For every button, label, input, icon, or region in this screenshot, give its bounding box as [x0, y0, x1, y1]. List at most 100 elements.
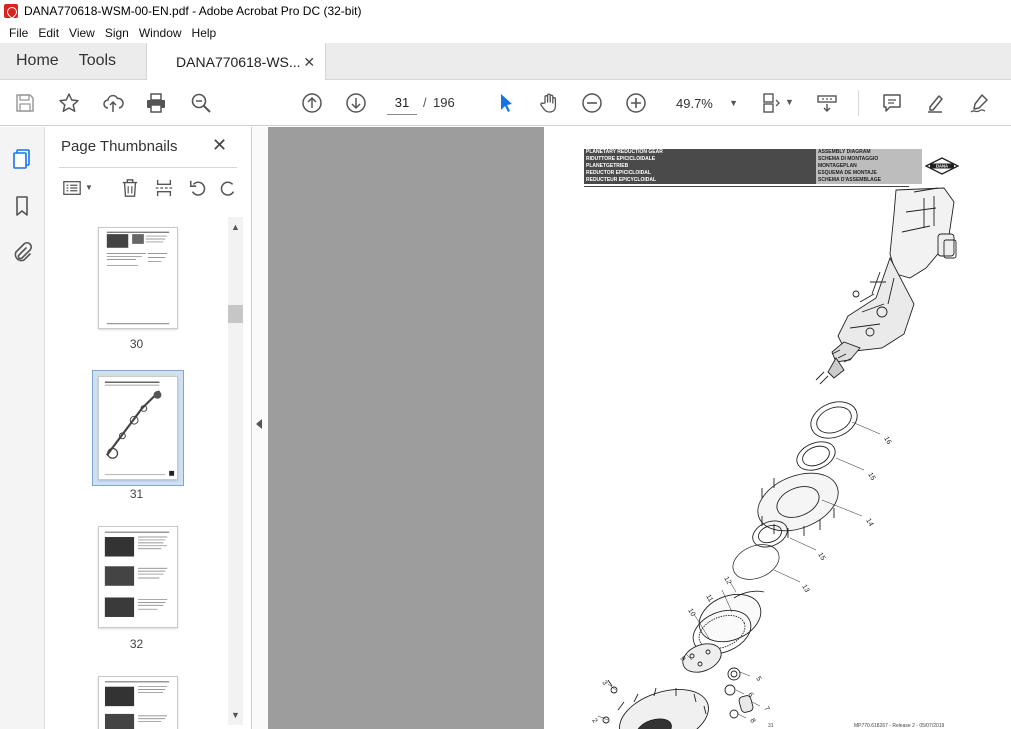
- panel-divider: [59, 167, 237, 168]
- zoom-level-value: 49.7%: [676, 95, 713, 111]
- close-tab-icon[interactable]: ✕: [303, 54, 315, 71]
- print-icon[interactable]: [144, 91, 168, 115]
- toolbar: / 196 49.7% ▼ ▼: [0, 80, 1011, 126]
- thumbnail-label: 30: [129, 337, 144, 351]
- part-callout: 15: [816, 552, 826, 562]
- comment-icon[interactable]: [880, 91, 904, 115]
- part-callout: 11: [704, 594, 714, 604]
- thumbnail-list: 30 31 32: [45, 217, 228, 729]
- page-display-icon[interactable]: [760, 91, 784, 115]
- scroll-mode-icon[interactable]: [815, 91, 839, 115]
- thumbnail-page-33[interactable]: [98, 676, 178, 729]
- thumbnail-scrollbar[interactable]: [228, 217, 243, 725]
- page-thumbnails-panel: Page Thumbnails ✕ ▼ 30 31 32 ▲ ▼: [45, 127, 252, 729]
- page-total: 196: [433, 95, 455, 110]
- previous-page-icon[interactable]: [300, 91, 324, 115]
- thumbnail-page-30[interactable]: [98, 227, 178, 329]
- tab-tools[interactable]: Tools: [75, 43, 132, 79]
- menu-edit[interactable]: Edit: [33, 26, 64, 40]
- tab-home[interactable]: Home: [0, 43, 75, 79]
- page-display-caret-icon[interactable]: ▼: [785, 97, 794, 107]
- thumbnail-toolbar: ▼: [59, 175, 239, 203]
- highlight-pen-icon[interactable]: [924, 91, 948, 115]
- menu-sign[interactable]: Sign: [100, 26, 134, 40]
- header-row: PLANETGETRIEB MONTAGEPLAN: [584, 163, 922, 170]
- tab-document-label: DANA770618-WS...: [176, 54, 301, 70]
- acrobat-icon: [4, 4, 18, 18]
- delete-page-icon[interactable]: [119, 177, 141, 199]
- chevron-left-icon: [256, 419, 262, 429]
- window-title: DANA770618-WSM-00-EN.pdf - Adobe Acrobat…: [24, 4, 362, 18]
- page-thumbnails-icon[interactable]: [10, 147, 34, 171]
- thumbnail-page-31[interactable]: [98, 376, 178, 480]
- part-callout: 16: [882, 436, 892, 446]
- panel-collapse-handle[interactable]: [252, 127, 268, 729]
- header-cell: REDUCTOR EPICICLOIDAL: [584, 170, 816, 177]
- pdf-page: PLANETARY REDUCTION GEAR ASSEMBLY DIAGRAM…: [544, 127, 1011, 729]
- select-cursor-icon[interactable]: [494, 91, 518, 115]
- page-footer-reference: MP770.618267 - Release 2 - 05/07/2019: [854, 723, 945, 729]
- scroll-up-icon[interactable]: ▲: [228, 219, 243, 235]
- menu-file[interactable]: File: [4, 26, 33, 40]
- page-footer-number: 31: [768, 723, 774, 729]
- hand-tool-icon[interactable]: [537, 91, 561, 115]
- bookmark-icon[interactable]: [10, 194, 34, 218]
- zoom-in-icon[interactable]: [624, 91, 648, 115]
- header-cell: ESQUEMA DE MONTAJE: [816, 170, 922, 177]
- star-icon[interactable]: [57, 91, 81, 115]
- part-callout: 2: [590, 718, 598, 725]
- header-row: RIDUTTORE EPICICLOIDALE SCHEMA DI MONTAGG…: [584, 156, 922, 163]
- menu-window[interactable]: Window: [134, 26, 187, 40]
- rotate-right-icon[interactable]: [217, 177, 239, 199]
- dana-logo: DANA: [925, 157, 959, 175]
- chevron-down-icon: ▼: [729, 98, 738, 108]
- header-cell: ASSEMBLY DIAGRAM: [816, 149, 922, 156]
- header-row: PLANETARY REDUCTION GEAR ASSEMBLY DIAGRAM: [584, 149, 922, 156]
- header-cell: PLANETARY REDUCTION GEAR: [584, 149, 816, 156]
- extract-pages-icon[interactable]: [153, 177, 175, 199]
- header-row: REDUCTOR EPICICLOIDAL ESQUEMA DE MONTAJE: [584, 170, 922, 177]
- part-callout: 14: [864, 518, 874, 528]
- menu-view[interactable]: View: [64, 26, 100, 40]
- part-callout: 5: [754, 676, 762, 683]
- header-cell: PLANETGETRIEB: [584, 163, 816, 170]
- part-callout: 8: [748, 718, 756, 725]
- zoom-search-icon[interactable]: [189, 91, 213, 115]
- part-callout: 3: [600, 680, 608, 687]
- close-panel-icon[interactable]: ✕: [212, 135, 227, 156]
- zoom-level-select[interactable]: 49.7% ▼: [670, 91, 738, 115]
- page-number-input[interactable]: [387, 91, 417, 115]
- logo-text: DANA: [936, 164, 948, 169]
- save-icon[interactable]: [13, 91, 37, 115]
- page-header-table: PLANETARY REDUCTION GEAR ASSEMBLY DIAGRAM…: [584, 149, 922, 184]
- document-view[interactable]: PLANETARY REDUCTION GEAR ASSEMBLY DIAGRAM…: [268, 127, 1011, 729]
- exploded-assembly-diagram: 1615141513121110956783214: [590, 187, 957, 729]
- part-callout: 10: [686, 608, 696, 618]
- panel-title: Page Thumbnails: [61, 138, 178, 155]
- menu-bar: File Edit View Sign Window Help: [0, 22, 1011, 43]
- header-cell: SCHEMA DI MONTAGGIO: [816, 156, 922, 163]
- thumbnail-label: 31: [129, 487, 144, 501]
- header-cell: MONTAGEPLAN: [816, 163, 922, 170]
- tab-bar: Home Tools DANA770618-WS... ✕: [0, 43, 1011, 81]
- options-menu-icon[interactable]: [61, 177, 83, 199]
- scrollbar-thumb[interactable]: [228, 305, 243, 323]
- part-callout: 15: [866, 472, 876, 482]
- menu-help[interactable]: Help: [187, 26, 222, 40]
- attachment-icon[interactable]: [10, 240, 34, 264]
- tab-document[interactable]: DANA770618-WS... ✕: [146, 43, 327, 81]
- rotate-left-icon[interactable]: [187, 177, 209, 199]
- thumbnail-page-32[interactable]: [98, 526, 178, 628]
- part-callout: 7: [762, 706, 770, 713]
- toolbar-divider: [858, 90, 859, 116]
- part-callout: 12: [722, 576, 732, 586]
- page-separator: /: [423, 95, 427, 110]
- next-page-icon[interactable]: [344, 91, 368, 115]
- share-icon[interactable]: [101, 91, 125, 115]
- scroll-down-icon[interactable]: ▼: [228, 707, 243, 723]
- sign-icon[interactable]: [968, 91, 992, 115]
- zoom-out-icon[interactable]: [580, 91, 604, 115]
- options-caret-icon[interactable]: ▼: [85, 183, 93, 192]
- header-cell: RIDUTTORE EPICICLOIDALE: [584, 156, 816, 163]
- navigation-rail: [0, 127, 45, 729]
